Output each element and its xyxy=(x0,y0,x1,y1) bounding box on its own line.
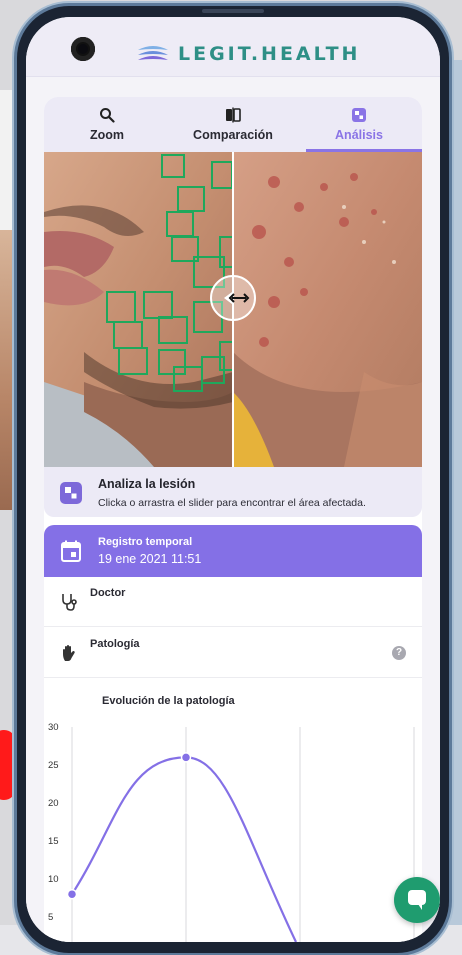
series-line xyxy=(71,756,297,942)
y-tick-label: 10 xyxy=(48,874,59,885)
chart-title: Evolución de la patología xyxy=(102,695,235,707)
time-record-header[interactable]: Registro temporal 19 ene 2021 11:51 xyxy=(44,525,422,577)
tab-label: Zoom xyxy=(89,128,125,142)
chat-button[interactable] xyxy=(394,877,440,923)
speaker-grille xyxy=(202,9,264,13)
y-tick-label: 30 xyxy=(48,722,59,733)
pathology-row: Patología ? xyxy=(44,628,422,678)
pathology-label: Patología xyxy=(90,638,140,650)
main-content: Zoom Comparación Análisis Analiza la les… xyxy=(26,77,440,942)
tab-zoom[interactable]: Zoom xyxy=(44,97,170,152)
logo-mark-icon xyxy=(138,46,168,60)
drag-arrows-icon xyxy=(224,292,250,304)
doctor-label: Doctor xyxy=(90,587,126,599)
compare-icon xyxy=(226,107,241,123)
y-tick-label: 20 xyxy=(48,798,59,809)
analyze-title: Analiza la lesión xyxy=(98,477,196,491)
y-tick-label: 5 xyxy=(48,912,53,923)
view-tabs: Zoom Comparación Análisis xyxy=(44,97,422,152)
y-tick-label: 15 xyxy=(48,836,59,847)
logo-text: LEGIT.HEALTH xyxy=(178,43,361,65)
phone-frame: LEGIT.HEALTH Zoom Comparación Análisis A… xyxy=(17,6,449,953)
slider-handle[interactable] xyxy=(210,275,256,321)
tab-label: Análisis xyxy=(335,128,383,142)
data-point[interactable] xyxy=(180,752,192,763)
analysis-icon xyxy=(352,108,366,122)
doctor-row: Doctor xyxy=(44,577,422,627)
phone-screen: LEGIT.HEALTH Zoom Comparación Análisis A… xyxy=(26,17,440,942)
chart-svg: 30 25 20 15 10 5 xyxy=(48,722,415,942)
calendar-icon xyxy=(61,540,81,562)
help-icon[interactable]: ? xyxy=(392,646,406,660)
background-panel-right xyxy=(448,60,462,940)
tab-analisis[interactable]: Análisis xyxy=(296,97,422,152)
analysis-icon xyxy=(60,482,82,504)
search-icon xyxy=(100,108,115,123)
evolution-chart: 30 25 20 15 10 5 xyxy=(44,717,422,942)
background-shape xyxy=(0,730,16,800)
hand-icon xyxy=(63,645,75,661)
analyze-subtitle: Clicka o arrastra el slider para encontr… xyxy=(98,497,366,509)
app-header: LEGIT.HEALTH xyxy=(26,17,440,77)
tab-label: Comparación xyxy=(193,128,273,142)
app-logo: LEGIT.HEALTH xyxy=(136,41,360,67)
data-point[interactable] xyxy=(66,888,78,900)
y-tick-label: 25 xyxy=(48,760,59,771)
camera-icon xyxy=(71,37,95,61)
analysis-card: Zoom Comparación Análisis Analiza la les… xyxy=(44,97,422,942)
chat-bubble-icon xyxy=(408,890,426,910)
time-record-date: 19 ene 2021 11:51 xyxy=(98,552,202,566)
time-record-title: Registro temporal xyxy=(98,536,193,548)
stethoscope-icon xyxy=(62,594,77,611)
analyze-lesion-panel: Analiza la lesión Clicka o arrastra el s… xyxy=(44,467,422,517)
tab-comparacion[interactable]: Comparación xyxy=(170,97,296,152)
comparison-photo[interactable] xyxy=(44,152,422,467)
